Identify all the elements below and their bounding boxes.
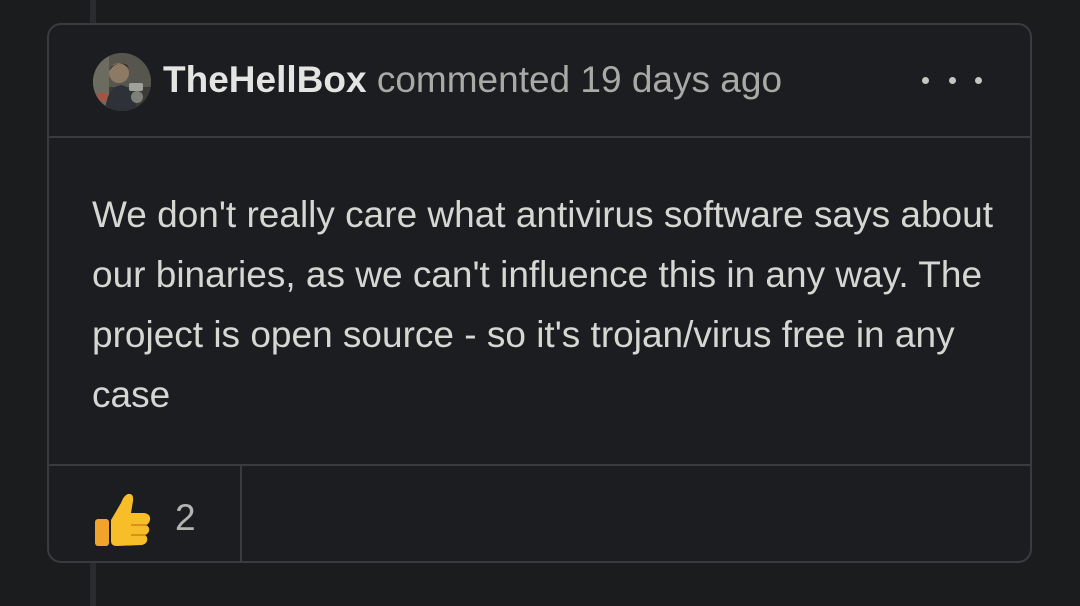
more-horizontal-icon-dot [975, 76, 982, 84]
comment-body-text: We don't really care what antivirus soft… [92, 194, 993, 415]
author-name[interactable]: TheHellBox [163, 59, 367, 100]
more-horizontal-icon-dot [948, 76, 956, 84]
comment-body: We don't really care what antivirus soft… [92, 185, 1012, 425]
reaction-thumbs-up-button[interactable]: 2 [49, 466, 242, 561]
reactions-bar: 2 [49, 464, 1030, 561]
reaction-count: 2 [175, 497, 196, 538]
more-options-button[interactable] [922, 63, 982, 97]
more-horizontal-icon-dot [922, 76, 929, 84]
comment-action: commented [376, 59, 571, 100]
comment-header-text: TheHellBox commented 19 days ago [163, 56, 782, 104]
avatar-image [93, 53, 151, 111]
comment-timestamp[interactable]: 19 days ago [580, 59, 782, 100]
comment-card: TheHellBox commented 19 days ago We don'… [47, 23, 1032, 563]
comment-header: TheHellBox commented 19 days ago [49, 25, 1030, 138]
user-avatar[interactable] [93, 53, 151, 111]
thumbs-up-icon [95, 493, 151, 546]
